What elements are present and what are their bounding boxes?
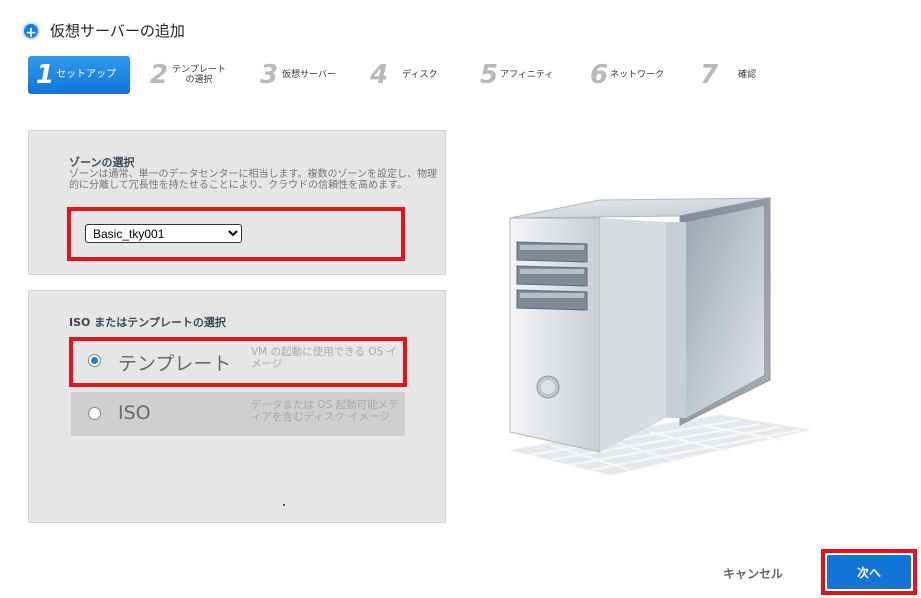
step-number: 2 <box>150 60 169 90</box>
zone-panel: ゾーンの選択 ゾーンは通常、単一のデータセンターに相当します。複数のゾーンを設定… <box>28 130 446 275</box>
iso-panel: ISO またはテンプレートの選択 テンプレート VM の起動に使用できる OS … <box>28 290 446 523</box>
step-label-line-1: テンプレート <box>172 65 226 75</box>
wizard-steps: 1 セットアップ 2 テンプレート の選択 3 仮想サーバー 4 ディスク 5 ア… <box>28 56 788 94</box>
server-illustration <box>509 197 811 476</box>
step-affinity[interactable]: 5 アフィニティ <box>480 56 553 94</box>
dot-marker <box>283 504 285 506</box>
step-number: 6 <box>590 60 609 90</box>
step-label: セットアップ <box>56 69 117 80</box>
step-number: 1 <box>36 60 55 90</box>
iso-radio[interactable] <box>88 407 101 420</box>
step-label: テンプレート の選択 <box>172 65 226 85</box>
highlight-box <box>69 337 407 387</box>
step-number: 7 <box>700 60 719 90</box>
step-network[interactable]: 6 ネットワーク <box>590 56 664 94</box>
step-vm[interactable]: 3 仮想サーバー <box>260 56 336 94</box>
iso-option-desc: データまたは OS 起動可能メディアを含むディスク イメージ <box>251 399 399 423</box>
step-disk[interactable]: 4 ディスク <box>370 56 437 94</box>
zone-heading: ゾーンの選択 <box>69 156 135 169</box>
step-label: ディスク <box>402 70 438 80</box>
iso-option[interactable]: ISO データまたは OS 起動可能メディアを含むディスク イメージ <box>71 392 405 436</box>
step-confirm[interactable]: 7 確認 <box>700 56 756 94</box>
step-number: 3 <box>260 60 279 90</box>
zone-select[interactable]: Basic_tky001 <box>85 224 242 243</box>
iso-heading: ISO またはテンプレートの選択 <box>69 316 226 329</box>
step-template[interactable]: 2 テンプレート の選択 <box>150 56 226 94</box>
step-label: ネットワーク <box>610 70 665 80</box>
step-label: 仮想サーバー <box>282 70 337 80</box>
step-number: 5 <box>480 60 499 90</box>
step-label: 確認 <box>738 70 757 80</box>
cancel-button[interactable]: キャンセル <box>706 561 800 585</box>
iso-option-label: ISO <box>118 402 151 424</box>
step-number: 4 <box>370 60 389 90</box>
step-setup[interactable]: 1 セットアップ <box>28 56 130 94</box>
dialog-header: + 仮想サーバーの追加 <box>22 20 185 41</box>
plus-circle-icon: + <box>22 21 40 41</box>
dialog-title: 仮想サーバーの追加 <box>50 22 185 40</box>
next-button[interactable]: 次へ <box>827 555 911 589</box>
zone-description: ゾーンは通常、単一のデータセンターに相当します。複数のゾーンを設定し、物理的に分… <box>69 169 437 191</box>
step-label: アフィニティ <box>500 70 554 80</box>
step-label-line-2: の選択 <box>185 75 213 85</box>
